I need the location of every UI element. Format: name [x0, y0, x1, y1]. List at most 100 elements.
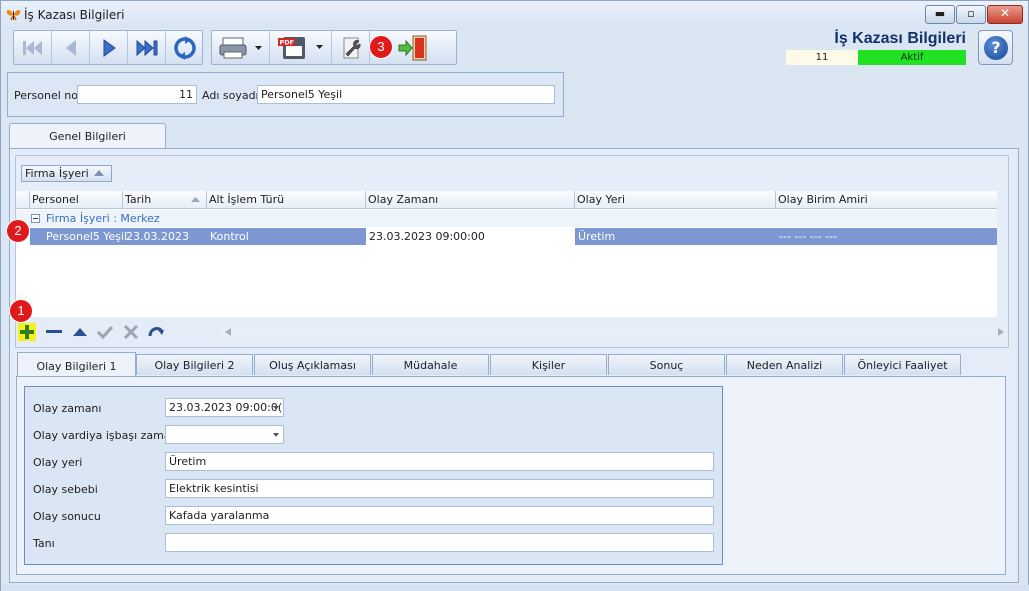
- maximize-icon: ▫: [967, 7, 975, 20]
- delete-record-icon[interactable]: [45, 323, 63, 341]
- column-header-olay-birim-amiri[interactable]: Olay Birim Amiri: [776, 191, 997, 209]
- cell-olay-zamani[interactable]: 23.03.2023 09:00:00: [366, 228, 575, 245]
- tab-neden-analizi[interactable]: Neden Analizi: [726, 354, 843, 375]
- refresh-button[interactable]: [166, 31, 203, 64]
- collapse-icon[interactable]: [31, 214, 40, 223]
- column-header-alt-islem-turu[interactable]: Alt İşlem Türü: [207, 191, 366, 209]
- help-button[interactable]: ?: [978, 30, 1013, 65]
- olay-yeri-label: Olay yeri: [33, 456, 83, 469]
- chevron-down-icon[interactable]: [273, 433, 279, 437]
- record-number: 11: [786, 50, 858, 65]
- step-badge-3: 3: [369, 35, 393, 59]
- tani-label: Tanı: [33, 537, 55, 550]
- refresh-icon: [173, 35, 196, 60]
- vardiya-label: Olay vardiya işbaşı zamanı: [33, 429, 181, 442]
- grid-navigator: [16, 319, 1008, 345]
- help-icon: ?: [984, 36, 1008, 60]
- tab-olay-bilgileri-1[interactable]: Olay Bilgileri 1: [17, 352, 136, 377]
- tab-olay-bilgileri-2[interactable]: Olay Bilgileri 2: [136, 354, 253, 375]
- post-edit-icon[interactable]: [96, 323, 114, 341]
- first-record-button[interactable]: [14, 31, 52, 64]
- personnel-no-field[interactable]: 11: [77, 85, 197, 104]
- refresh-grid-icon[interactable]: [147, 323, 165, 341]
- minimize-button[interactable]: ▬: [925, 5, 955, 24]
- column-header-olay-zamani[interactable]: Olay Zamanı: [366, 191, 575, 209]
- butterfly-app-icon: [6, 9, 21, 21]
- title-bar: İş Kazası Bilgileri ▬ ▫ ✕: [1, 1, 1028, 29]
- incident-form: Olay zamanı 23.03.2023 09:00:0( Olay var…: [24, 386, 723, 565]
- last-record-icon: [136, 39, 157, 56]
- olay-sonucu-label: Olay sonucu: [33, 510, 101, 523]
- scroll-right-icon[interactable]: [998, 328, 1004, 336]
- sort-ascending-icon: [191, 197, 200, 202]
- column-header-tarih[interactable]: Tarih: [123, 191, 207, 209]
- first-record-icon: [22, 40, 42, 55]
- olay-sebebi-field[interactable]: Elektrik kesintisi: [165, 479, 714, 498]
- navigation-toolbar: [13, 30, 203, 65]
- next-record-icon: [103, 38, 116, 57]
- column-header-olay-yeri[interactable]: Olay Yeri: [575, 191, 776, 209]
- olay-zamani-value: 23.03.2023 09:00:0(: [169, 401, 283, 414]
- exit-door-icon: [398, 35, 427, 60]
- print-button[interactable]: [212, 31, 270, 64]
- tab-mudahale[interactable]: Müdahale: [372, 354, 489, 375]
- grid-header: Personel Tarih Alt İşlem Türü Olay Zaman…: [16, 191, 997, 209]
- add-record-icon[interactable]: [18, 323, 36, 341]
- olay-sonucu-field[interactable]: Kafada yaralanma: [165, 506, 714, 525]
- edit-record-icon[interactable]: [71, 323, 89, 341]
- cell-tarih[interactable]: 23.03.2023: [123, 228, 207, 245]
- scroll-left-icon[interactable]: [225, 328, 231, 336]
- horizontal-scrollbar[interactable]: [221, 322, 1008, 342]
- previous-record-button[interactable]: [52, 31, 90, 64]
- olay-zamani-label: Olay zamanı: [33, 402, 102, 415]
- previous-record-icon: [65, 39, 76, 56]
- svg-text:PDF: PDF: [279, 38, 294, 46]
- records-grid: Personel Tarih Alt İşlem Türü Olay Zaman…: [16, 191, 997, 317]
- page-title: İş Kazası Bilgileri: [834, 30, 966, 47]
- chevron-down-icon[interactable]: [273, 406, 279, 410]
- output-toolbar: PDF: [211, 30, 457, 65]
- app-window: İş Kazası Bilgileri ▬ ▫ ✕ PDF İş Kazası …: [0, 0, 1029, 591]
- vardiya-picker[interactable]: [165, 425, 284, 444]
- tools-button[interactable]: [332, 31, 370, 64]
- column-header-tarih-label: Tarih: [125, 193, 152, 206]
- group-row[interactable]: Firma İşyeri : Merkez: [16, 210, 997, 227]
- column-header-personel[interactable]: Personel: [30, 191, 123, 209]
- pdf-export-icon: PDF: [277, 36, 323, 59]
- tani-field[interactable]: [165, 533, 714, 552]
- step-badge-2: 2: [6, 219, 30, 243]
- group-row-label: Firma İşyeri : Merkez: [46, 212, 160, 225]
- cell-alt-islem-turu[interactable]: Kontrol: [207, 228, 366, 245]
- status-bar: [1, 585, 1029, 591]
- group-by-label: Firma İşyeri: [25, 167, 89, 180]
- name-surname-field[interactable]: Personel5 Yeşil: [257, 85, 555, 104]
- tab-sonuc[interactable]: Sonuç: [608, 354, 725, 375]
- last-record-button[interactable]: [128, 31, 166, 64]
- cell-olay-yeri[interactable]: Üretim: [575, 228, 776, 245]
- tab-onleyici-faaliyet[interactable]: Önleyici Faaliyet: [844, 354, 961, 375]
- cell-olay-birim-amiri[interactable]: --- --- --- ---: [776, 228, 997, 245]
- tab-olus-aciklamasi[interactable]: Oluş Açıklaması: [254, 354, 371, 375]
- tab-genel-bilgileri[interactable]: Genel Bilgileri: [9, 123, 166, 149]
- group-by-chip[interactable]: Firma İşyeri: [21, 165, 112, 182]
- close-icon: ✕: [999, 6, 1011, 20]
- step-badge-1: 1: [9, 299, 33, 323]
- close-button[interactable]: ✕: [987, 5, 1023, 24]
- minimize-icon: ▬: [934, 7, 946, 20]
- pdf-export-button[interactable]: PDF: [270, 31, 332, 64]
- cancel-edit-icon[interactable]: [122, 323, 140, 341]
- tab-kisiler[interactable]: Kişiler: [490, 354, 607, 375]
- name-surname-label: Adı soyadı: [202, 89, 259, 102]
- olay-yeri-field[interactable]: Üretim: [165, 452, 714, 471]
- row-indicator-header: [16, 191, 30, 209]
- window-title: İş Kazası Bilgileri: [24, 8, 125, 22]
- olay-sebebi-label: Olay sebebi: [33, 483, 98, 496]
- tools-icon: [343, 37, 360, 58]
- person-info-box: Personel no 11 Adı soyadı Personel5 Yeşi…: [7, 72, 564, 117]
- status-badge: Aktif: [858, 50, 966, 65]
- maximize-button[interactable]: ▫: [956, 5, 986, 24]
- next-record-button[interactable]: [90, 31, 128, 64]
- print-icon: [219, 37, 262, 58]
- olay-zamani-picker[interactable]: 23.03.2023 09:00:0(: [165, 398, 284, 417]
- table-row[interactable]: Personel5 Yeşil 23.03.2023 Kontrol 23.03…: [30, 228, 997, 245]
